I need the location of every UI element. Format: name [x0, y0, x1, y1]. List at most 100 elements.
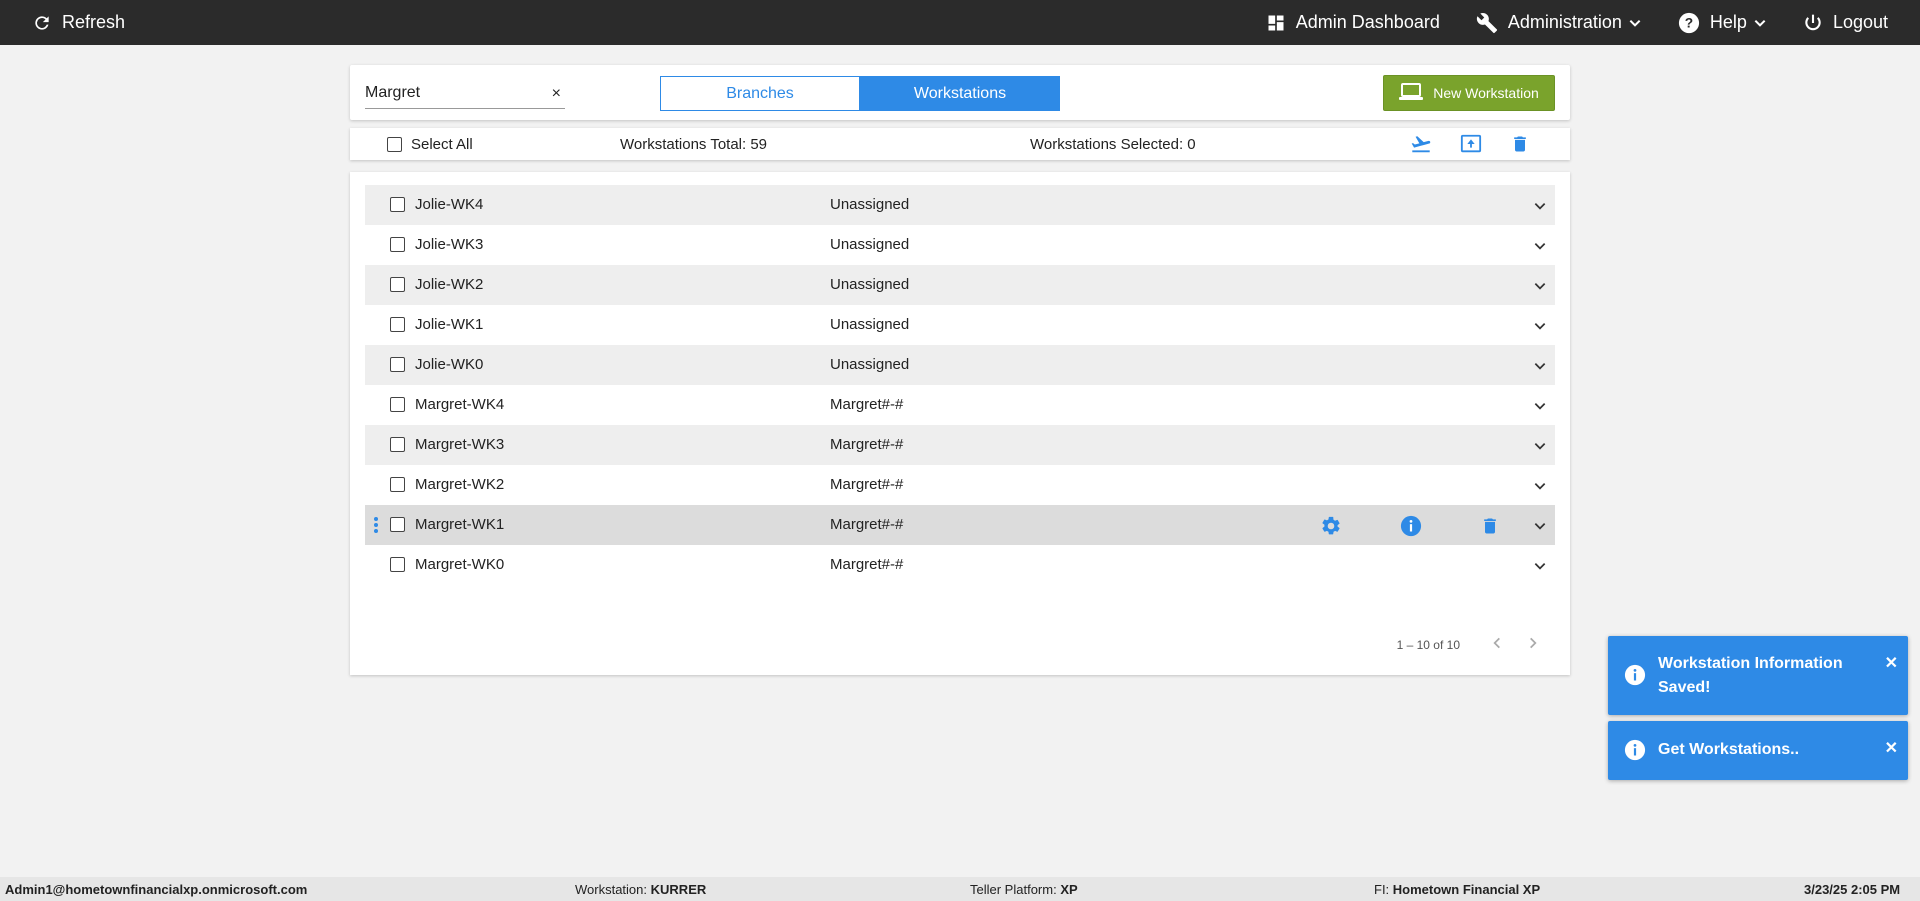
workstation-branch: Unassigned	[830, 316, 910, 333]
table-row[interactable]: Jolie-WK1 Unassigned	[365, 305, 1555, 345]
chevron-down-icon[interactable]	[1533, 239, 1547, 258]
table-row[interactable]: Margret-WK4 Margret#-#	[365, 385, 1555, 425]
row-checkbox[interactable]	[390, 517, 405, 532]
workstations-total: Workstations Total: 59	[620, 136, 768, 153]
status-fi: FI: Hometown Financial XP	[1374, 882, 1541, 897]
logout-label: Logout	[1832, 12, 1888, 32]
workstation-branch: Margret#-#	[830, 436, 904, 453]
toast-line: Saved!	[1658, 679, 1711, 696]
administration-menu[interactable]: Administration	[1476, 12, 1642, 34]
workstation-name: Jolie-WK2	[415, 276, 484, 293]
workstation-name: Jolie-WK4	[415, 196, 484, 213]
row-checkbox[interactable]	[390, 197, 405, 212]
table-row[interactable]: Jolie-WK2 Unassigned	[365, 265, 1555, 305]
workstation-branch: Margret#-#	[830, 396, 904, 413]
clear-search-button[interactable]: ×	[552, 85, 561, 103]
chevron-down-icon[interactable]	[1533, 359, 1547, 378]
chevron-down-icon[interactable]	[1533, 199, 1547, 218]
workstation-branch: Unassigned	[830, 276, 910, 293]
chevron-right-icon[interactable]	[1526, 635, 1540, 654]
row-checkbox[interactable]	[390, 277, 405, 292]
help-menu[interactable]: ? Help	[1678, 12, 1767, 34]
table-row[interactable]: Margret-WK1 Margret#-#	[365, 505, 1555, 545]
info-icon	[1624, 739, 1646, 766]
top-nav-bar: Refresh Admin Dashboard Administration ?…	[0, 0, 1920, 45]
trash-icon[interactable]	[1480, 515, 1500, 542]
new-workstation-button[interactable]: New Workstation	[1383, 75, 1555, 111]
upload-icon[interactable]	[1460, 133, 1482, 160]
page-range: 1 – 10 of 10	[1396, 637, 1460, 652]
refresh-button[interactable]: Refresh	[32, 12, 125, 33]
select-all[interactable]: Select All	[387, 136, 473, 153]
workstation-branch: Margret#-#	[830, 476, 904, 493]
row-actions	[1320, 515, 1500, 542]
workstation-name: Margret-WK3	[415, 436, 505, 453]
workstation-branch: Unassigned	[830, 236, 910, 253]
table-row[interactable]: Margret-WK2 Margret#-#	[365, 465, 1555, 505]
toast-message: Workstation Information Saved!	[1658, 652, 1843, 700]
chevron-down-icon	[1628, 16, 1642, 30]
chevron-down-icon[interactable]	[1533, 559, 1547, 578]
trash-icon[interactable]	[1510, 133, 1530, 160]
toast-line: Workstation Information	[1658, 655, 1843, 672]
row-checkbox[interactable]	[390, 237, 405, 252]
workstation-branch: Margret#-#	[830, 556, 904, 573]
row-checkbox[interactable]	[390, 397, 405, 412]
workstation-list: Jolie-WK4 Unassigned Jolie-WK3 Unassigne…	[365, 185, 1555, 585]
drag-handle-icon[interactable]	[373, 516, 379, 539]
refresh-label: Refresh	[62, 12, 126, 32]
help-icon: ?	[1678, 12, 1700, 34]
chevron-down-icon	[1753, 16, 1767, 30]
move-workstations-icon[interactable]	[1410, 133, 1432, 160]
admin-dashboard-link[interactable]: Admin Dashboard	[1266, 12, 1440, 33]
close-icon[interactable]: ✕	[1885, 653, 1898, 673]
view-toggle: Branches Workstations	[660, 76, 1060, 111]
status-bar: Admin1@hometownfinancialxp.onmicrosoft.c…	[0, 877, 1920, 901]
row-checkbox[interactable]	[390, 317, 405, 332]
table-row[interactable]: Jolie-WK4 Unassigned	[365, 185, 1555, 225]
chevron-down-icon[interactable]	[1533, 439, 1547, 458]
help-label: Help	[1709, 12, 1747, 32]
status-platform: Teller Platform: XP	[970, 882, 1078, 897]
select-all-checkbox[interactable]	[387, 137, 402, 152]
row-checkbox[interactable]	[390, 437, 405, 452]
chevron-down-icon[interactable]	[1533, 479, 1547, 498]
svg-text:?: ?	[1685, 15, 1693, 30]
info-icon	[1624, 664, 1646, 691]
chevron-down-icon[interactable]	[1533, 319, 1547, 338]
search-field: ×	[365, 79, 565, 109]
search-input[interactable]	[365, 79, 535, 107]
admin-dashboard-label: Admin Dashboard	[1295, 12, 1440, 32]
row-checkbox[interactable]	[390, 357, 405, 372]
workstation-branch: Unassigned	[830, 196, 910, 213]
toast-get-workstations: Get Workstations.. ✕	[1608, 721, 1908, 780]
close-icon[interactable]: ✕	[1885, 738, 1898, 758]
workstation-name: Margret-WK4	[415, 396, 505, 413]
table-row[interactable]: Jolie-WK0 Unassigned	[365, 345, 1555, 385]
info-icon[interactable]	[1400, 515, 1422, 542]
filter-card: × Branches Workstations New Workstation	[350, 65, 1570, 120]
row-checkbox[interactable]	[390, 557, 405, 572]
workstation-name: Jolie-WK0	[415, 356, 484, 373]
toast-message: Get Workstations..	[1658, 741, 1800, 758]
laptop-icon	[1399, 82, 1424, 104]
chevron-down-icon[interactable]	[1533, 399, 1547, 418]
workstation-name: Margret-WK2	[415, 476, 505, 493]
tab-branches[interactable]: Branches	[660, 76, 860, 111]
table-row[interactable]: Jolie-WK3 Unassigned	[365, 225, 1555, 265]
bulk-actions	[1410, 133, 1530, 160]
chevron-left-icon[interactable]	[1490, 635, 1504, 654]
workstation-name: Jolie-WK3	[415, 236, 484, 253]
logout-button[interactable]: Logout	[1803, 12, 1888, 33]
workstation-branch: Margret#-#	[830, 516, 904, 533]
refresh-icon	[32, 13, 52, 33]
chevron-down-icon[interactable]	[1533, 519, 1547, 538]
row-checkbox[interactable]	[390, 477, 405, 492]
chevron-down-icon[interactable]	[1533, 279, 1547, 298]
gear-icon[interactable]	[1320, 515, 1342, 542]
table-row[interactable]: Margret-WK0 Margret#-#	[365, 545, 1555, 585]
workstation-name: Margret-WK0	[415, 556, 505, 573]
tab-workstations[interactable]: Workstations	[860, 76, 1060, 111]
table-row[interactable]: Margret-WK3 Margret#-#	[365, 425, 1555, 465]
workstation-name: Margret-WK1	[415, 516, 505, 533]
